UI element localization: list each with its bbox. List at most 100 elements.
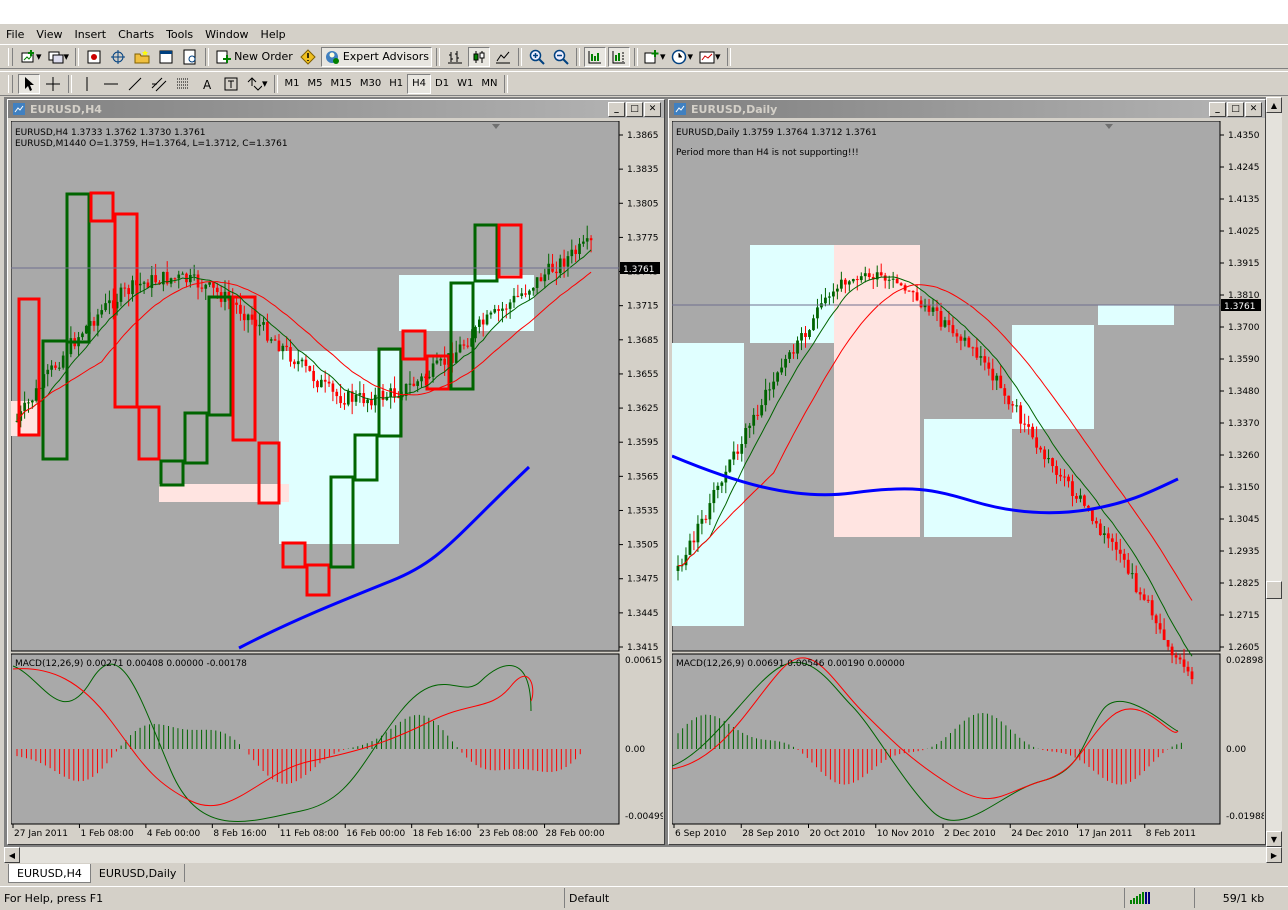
menu-tools[interactable]: Tools — [160, 28, 199, 41]
auto-scroll-icon — [588, 50, 601, 63]
candlestick-button[interactable] — [467, 46, 490, 67]
candle-body — [780, 367, 783, 373]
scroll-left-arrow[interactable]: ◀ — [4, 847, 20, 863]
price-axis-label: 1.3150 — [1228, 483, 1260, 493]
toolbar-separator — [726, 47, 731, 66]
equidistant-channel-button[interactable] — [148, 74, 170, 94]
indicators-button[interactable]: ▾ — [642, 47, 668, 67]
market-watch-button[interactable] — [83, 47, 105, 67]
chart-window-titlebar[interactable]: EURUSD,Daily _ □ ✕ — [669, 100, 1265, 118]
candle-body — [138, 283, 142, 286]
menu-view[interactable]: View — [30, 28, 68, 41]
expert-advisors-button[interactable]: Expert Advisors — [320, 46, 432, 67]
candle-body — [277, 340, 281, 352]
candle-body — [331, 383, 335, 392]
horizontal-line-button[interactable] — [100, 74, 122, 94]
period-h1[interactable]: H1 — [385, 75, 407, 93]
candle-body — [828, 296, 831, 298]
chart-area[interactable]: 1.38651.38351.38051.37751.37451.37151.36… — [11, 121, 663, 841]
tab-eurusd-h4[interactable]: EURUSD,H4 — [8, 864, 91, 883]
zoom-in-button[interactable] — [526, 47, 548, 67]
arrows-button[interactable]: ▾ — [244, 74, 270, 94]
period-mn[interactable]: MN — [477, 75, 501, 93]
fibonacci-button[interactable] — [172, 74, 194, 94]
candle-body — [262, 322, 265, 325]
candle-body — [1071, 481, 1074, 496]
chart-shift-button[interactable] — [607, 46, 630, 67]
line-chart-button[interactable] — [492, 47, 514, 67]
period-m15[interactable]: M15 — [327, 75, 356, 93]
period-m30[interactable]: M30 — [356, 75, 385, 93]
period-m5[interactable]: M5 — [304, 75, 327, 93]
menu-help[interactable]: Help — [255, 28, 292, 41]
vertical-scrollbar[interactable]: ▲ ▼ — [1266, 97, 1282, 847]
data-window-button[interactable] — [107, 47, 129, 67]
menu-window[interactable]: Window — [199, 28, 254, 41]
menu-file[interactable]: File — [0, 28, 30, 41]
tester-button[interactable] — [179, 47, 201, 67]
period-h4[interactable]: H4 — [407, 73, 432, 94]
candle-body — [899, 283, 903, 286]
period-m1[interactable]: M1 — [281, 75, 304, 93]
new-chart-button[interactable]: ▾ — [18, 47, 44, 67]
candle-body — [142, 282, 146, 284]
cursor-tool-button[interactable] — [18, 73, 40, 94]
price-axis-label: 1.3260 — [1228, 451, 1260, 461]
period-d1[interactable]: D1 — [431, 75, 453, 93]
metaeditor-button[interactable] — [297, 47, 319, 67]
period-w1[interactable]: W1 — [453, 75, 477, 93]
vertical-line-button[interactable] — [76, 74, 98, 94]
connection-bars-icon — [1130, 892, 1150, 904]
candle-body — [1035, 437, 1038, 448]
chart-window-eurusd-h4[interactable]: EURUSD,H4 _ □ ✕ 1.3865 1.3835 1.3805 1.3775… — [7, 99, 665, 845]
profiles-button[interactable]: ▾ — [46, 47, 72, 67]
templates-button[interactable]: ▾ — [697, 47, 723, 67]
toolbar-grip[interactable] — [8, 47, 13, 66]
candle-body — [1019, 405, 1023, 424]
menu-insert[interactable]: Insert — [69, 28, 113, 41]
minimize-button[interactable]: _ — [608, 102, 625, 117]
crosshair-tool-button[interactable] — [42, 74, 64, 94]
auto-scroll-button[interactable] — [583, 46, 606, 67]
tab-eurusd-daily[interactable]: EURUSD,Daily — [91, 864, 186, 882]
candle-body — [123, 287, 127, 289]
candle-body — [420, 376, 423, 382]
text-button[interactable]: A — [196, 74, 218, 94]
horizontal-scrollbar[interactable]: ◀ ▶ — [4, 847, 1282, 863]
candle-body — [808, 330, 811, 337]
zoom-in-icon — [529, 49, 545, 65]
close-button[interactable]: ✕ — [1245, 102, 1262, 117]
scroll-right-arrow[interactable]: ▶ — [1266, 847, 1282, 863]
time-axis-label: 8 Feb 2011 — [1146, 829, 1196, 839]
periods-button[interactable]: ▾ — [669, 47, 695, 67]
terminal-button[interactable] — [155, 47, 177, 67]
candle-body — [81, 333, 84, 338]
chart-window-eurusd-daily[interactable]: EURUSD,Daily _ □ ✕ 1.4350 1.4245 1.4135 1.4… — [668, 99, 1266, 845]
minimize-button[interactable]: _ — [1209, 102, 1226, 117]
price-axis-label: 1.2605 — [1228, 643, 1260, 653]
zoom-out-button[interactable] — [550, 47, 572, 67]
navigator-button[interactable] — [131, 47, 153, 67]
text-label-button[interactable] — [220, 74, 242, 94]
scroll-thumb[interactable] — [1266, 581, 1282, 599]
chart-area[interactable]: 1.43501.42451.41351.40251.39151.38101.37… — [672, 121, 1264, 841]
new-order-button[interactable]: New Order — [213, 47, 295, 67]
candle-body — [1190, 671, 1194, 680]
candle-body — [1138, 592, 1142, 595]
candle-body — [504, 308, 508, 310]
chart-window-titlebar[interactable]: EURUSD,H4 _ □ ✕ — [8, 100, 664, 118]
maximize-button[interactable]: □ — [626, 102, 643, 117]
close-button[interactable]: ✕ — [644, 102, 661, 117]
scroll-up-arrow[interactable]: ▲ — [1266, 97, 1282, 113]
time-axis-label: 18 Feb 16:00 — [413, 829, 472, 839]
bar-chart-button[interactable] — [444, 47, 466, 67]
candle-body — [535, 277, 539, 288]
scroll-down-arrow[interactable]: ▼ — [1266, 831, 1282, 847]
toolbar-grip[interactable] — [8, 74, 13, 93]
candle-body — [258, 324, 262, 327]
macd-plot-background — [11, 653, 620, 825]
candle-body — [489, 312, 493, 315]
maximize-button[interactable]: □ — [1227, 102, 1244, 117]
menu-charts[interactable]: Charts — [112, 28, 160, 41]
trendline-button[interactable] — [124, 74, 146, 94]
